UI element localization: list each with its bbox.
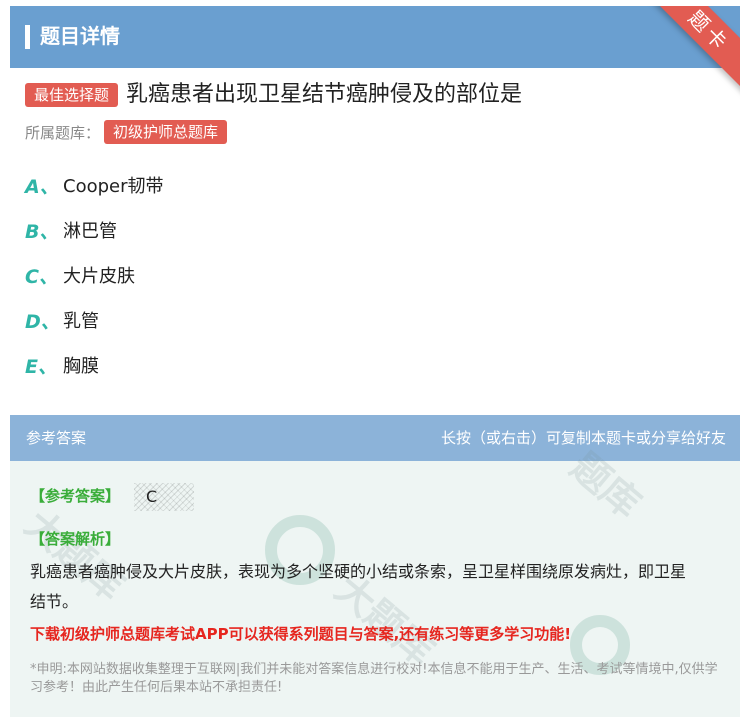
option-text: 胸膜 bbox=[63, 356, 99, 377]
question-text: 乳癌患者出现卫星结节癌肿侵及的部位是 bbox=[126, 82, 523, 107]
option-a[interactable]: A、 Cooper韧带 bbox=[25, 172, 164, 217]
option-letter: A、 bbox=[25, 176, 59, 198]
question-bank-row: 所属题库： 初级护师总题库 bbox=[25, 120, 228, 144]
card-header: 题目详情 bbox=[10, 6, 740, 68]
option-letter: E、 bbox=[25, 356, 57, 378]
option-e[interactable]: E、 胸膜 bbox=[25, 352, 164, 397]
question-type-tag: 最佳选择题 bbox=[25, 83, 119, 107]
answer-header: 参考答案 长按（或右击）可复制本题卡或分享给好友 bbox=[10, 415, 740, 461]
option-letter: B、 bbox=[25, 221, 59, 243]
option-text: 大片皮肤 bbox=[63, 266, 135, 287]
answer-card[interactable]: 参考答案 长按（或右击）可复制本题卡或分享给好友 大题库 大题库 题库 【参考答… bbox=[10, 415, 740, 717]
option-letter: D、 bbox=[25, 311, 60, 333]
question-card: 题目详情 题卡 最佳选择题 乳癌患者出现卫星结节癌肿侵及的部位是 所属题库： 初… bbox=[10, 6, 740, 404]
options-list: A、 Cooper韧带 B、 淋巴管 C、 大片皮肤 D、 乳管 E、 胸膜 bbox=[25, 172, 164, 397]
explanation-label: 【答案解析】 bbox=[30, 530, 121, 548]
option-text: Cooper韧带 bbox=[63, 176, 164, 197]
download-app-promo-link[interactable]: 下载初级护师总题库考试APP可以获得系列题目与答案,还有练习等更多学习功能! bbox=[30, 623, 571, 644]
explanation-text: 乳癌患者癌肿侵及大片皮肤，表现为多个坚硬的小结或条索，呈卫星样围绕原发病灶，即卫… bbox=[30, 562, 687, 611]
bank-tag-link[interactable]: 初级护师总题库 bbox=[104, 120, 228, 144]
option-b[interactable]: B、 淋巴管 bbox=[25, 217, 164, 262]
option-c[interactable]: C、 大片皮肤 bbox=[25, 262, 164, 307]
option-text: 乳管 bbox=[63, 311, 99, 332]
option-d[interactable]: D、 乳管 bbox=[25, 307, 164, 352]
bank-label: 所属题库： bbox=[25, 123, 101, 142]
answer-label: 【参考答案】 bbox=[30, 487, 121, 505]
share-hint: 长按（或右击）可复制本题卡或分享给好友 bbox=[440, 429, 726, 447]
header-title: 题目详情 bbox=[40, 24, 120, 48]
question-row: 最佳选择题 乳癌患者出现卫星结节癌肿侵及的部位是 bbox=[25, 80, 522, 110]
header-bar-accent bbox=[25, 25, 30, 49]
option-text: 淋巴管 bbox=[63, 221, 117, 242]
answer-value: C bbox=[134, 483, 194, 511]
option-letter: C、 bbox=[25, 266, 58, 288]
answer-header-title: 参考答案 bbox=[26, 429, 87, 447]
disclaimer-text: *申明:本网站数据收集整理于互联网|我们并未能对答案信息进行校对!本信息不能用于… bbox=[30, 662, 718, 695]
